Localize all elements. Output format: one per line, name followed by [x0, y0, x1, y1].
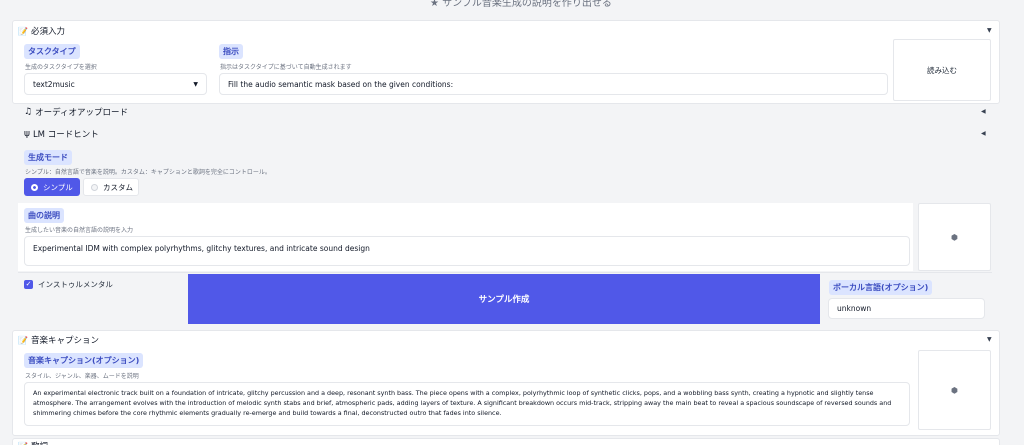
random-caption-button[interactable]: ⬢: [918, 350, 991, 430]
random-description-button[interactable]: ⬢: [918, 203, 991, 271]
task-type-hint: 生成のタスクタイプを選択: [25, 64, 97, 71]
tuning-icon: ψ: [24, 129, 30, 139]
mode-option-custom-label: カスタム: [103, 182, 133, 192]
vocal-language-label: ボーカル言語(オプション): [829, 280, 933, 295]
radio-icon: [91, 183, 98, 191]
load-button-label: 読み込む: [927, 65, 957, 75]
vocal-language-value: unknown: [837, 304, 872, 313]
load-button[interactable]: 読み込む: [893, 39, 991, 101]
song-desc-hint: 生成したい音楽の自然言語の説明を入力: [25, 227, 134, 234]
mode-option-simple[interactable]: シンプル: [24, 178, 80, 196]
create-sample-label: サンプル作成: [478, 295, 530, 305]
task-type-select[interactable]: text2music ▼: [24, 73, 207, 95]
mode-option-simple-label: シンプル: [43, 182, 73, 192]
instruction-field[interactable]: Fill the audio semantic mask based on th…: [219, 73, 888, 95]
instruction-label: 指示: [219, 44, 243, 59]
lyrics-header[interactable]: 📝 歌詞: [18, 440, 48, 445]
mode-hint: シンプル：自然言語で音楽を説明。カスタム：キャプションと歌詞を完全にコントロール…: [25, 169, 271, 176]
mode-label: 生成モード: [24, 150, 72, 165]
mode-option-custom[interactable]: カスタム: [83, 178, 139, 196]
instrumental-checkbox[interactable]: ✓ インストゥルメンタル: [24, 279, 113, 290]
lm-hints-header[interactable]: ψ LM コードヒント: [24, 128, 99, 140]
page-title: ★ サンプル音楽生成の説明を作り出せる: [430, 0, 612, 9]
task-type-label: タスクタイプ: [24, 44, 80, 59]
lyrics-title: 歌詞: [31, 440, 48, 445]
expand-icon[interactable]: ◀: [981, 130, 986, 137]
caption-title: 音楽キャプション: [30, 336, 99, 346]
song-desc-label: 曲の説明: [24, 208, 64, 223]
instrumental-label: インストゥルメンタル: [38, 280, 113, 289]
memo-icon: 📝: [18, 335, 28, 345]
expand-icon[interactable]: ◀: [981, 108, 986, 115]
collapse-icon[interactable]: ▼: [987, 27, 992, 34]
memo-icon: 📝: [18, 26, 28, 36]
dice-icon: ⬢: [951, 385, 958, 395]
song-desc-input[interactable]: Experimental IDM with complex polyrhythm…: [24, 236, 910, 266]
caption-value: An experimental electronic track built o…: [33, 389, 892, 417]
song-desc-value: Experimental IDM with complex polyrhythm…: [33, 244, 370, 253]
chevron-down-icon: ▼: [193, 80, 198, 88]
checkbox-checked-icon: ✓: [24, 280, 33, 289]
required-title: 必須入力: [30, 27, 65, 37]
instruction-value: Fill the audio semantic mask based on th…: [228, 79, 454, 89]
caption-input[interactable]: An experimental electronic track built o…: [24, 382, 910, 426]
radio-selected-icon: [31, 183, 38, 191]
required-header[interactable]: 📝 必須入力: [18, 25, 65, 38]
memo-icon: 📝: [18, 442, 28, 445]
caption-hint: スタイル、ジャンル、楽器、ムードを説明: [25, 373, 139, 380]
lyrics-panel: [12, 438, 1000, 445]
note-icon: ♫: [24, 107, 33, 117]
instruction-hint: 指示はタスクタイプに基づいて自動生成されます: [220, 64, 352, 71]
collapse-icon[interactable]: ▼: [987, 336, 992, 343]
dice-icon: ⬢: [951, 232, 958, 242]
vocal-language-input[interactable]: unknown: [828, 298, 985, 319]
caption-header[interactable]: 📝 音楽キャプション: [18, 334, 99, 347]
caption-label: 音楽キャプション(オプション): [24, 353, 144, 368]
lm-hints-title: LM コードヒント: [32, 130, 99, 140]
divider: [18, 272, 992, 273]
audio-upload-header[interactable]: ♫ オーディオアップロード: [24, 106, 128, 118]
audio-upload-title: オーディオアップロード: [35, 108, 128, 118]
create-sample-button[interactable]: サンプル作成: [188, 274, 820, 324]
page-header: ★ サンプル音楽生成の説明を作り出せる: [0, 0, 1024, 14]
task-type-value: text2music: [33, 79, 75, 89]
